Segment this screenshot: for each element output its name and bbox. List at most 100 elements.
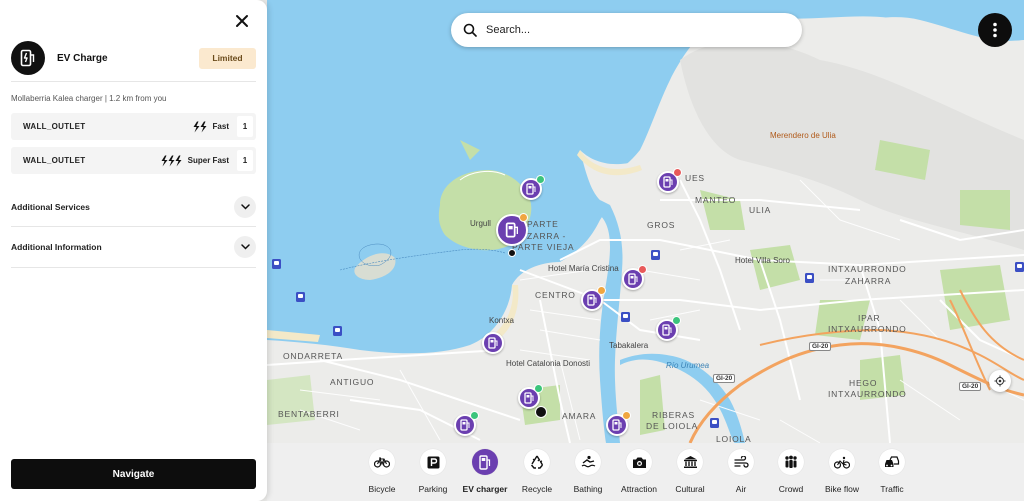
close-button[interactable] xyxy=(234,13,250,29)
ev-charger-pin[interactable] xyxy=(657,168,682,193)
map-label-hotel-catalonia: Hotel Catalonia Donosti xyxy=(506,359,591,368)
category-button[interactable] xyxy=(879,449,905,475)
connector-count: 1 xyxy=(237,150,253,171)
additional-services-section[interactable]: Additional Services xyxy=(11,196,256,218)
ev-plug-icon xyxy=(488,337,498,349)
ev-plug-icon xyxy=(628,273,638,285)
divider xyxy=(11,81,256,82)
connector-speed-label: Super Fast xyxy=(187,156,229,165)
category-button[interactable] xyxy=(778,449,804,475)
category-button[interactable] xyxy=(369,449,395,475)
bicycle-icon xyxy=(374,456,390,468)
ev-charger-pin[interactable] xyxy=(622,265,647,290)
status-dot-unavailable xyxy=(638,265,647,274)
parking-icon xyxy=(427,456,440,469)
map-label-parte-1: PARTE xyxy=(527,219,559,229)
navigate-button[interactable]: Navigate xyxy=(11,459,256,489)
map-label-gros: GROS xyxy=(647,220,676,230)
category-label: Cultural xyxy=(675,484,705,494)
map-label-bentaberri: BENTABERRI xyxy=(278,409,340,419)
ev-plug-icon xyxy=(587,294,597,306)
fast-charge-icon xyxy=(193,121,207,132)
locate-me-button[interactable] xyxy=(989,370,1011,392)
road-badge-gi20: GI-20 xyxy=(959,382,982,391)
expand-button[interactable] xyxy=(234,196,256,218)
transit-stop-icon[interactable] xyxy=(333,326,342,336)
wind-icon xyxy=(733,455,749,469)
map-label-parte-3: PARTE VIEJA xyxy=(512,242,575,252)
category-button[interactable] xyxy=(575,449,601,475)
map-label-centro: CENTRO xyxy=(535,290,576,300)
map-label-ondarreta: ONDARRETA xyxy=(283,351,343,361)
category-label: Air xyxy=(735,484,747,494)
category-button[interactable] xyxy=(524,449,550,475)
more-options-button[interactable] xyxy=(978,13,1012,47)
category-button[interactable] xyxy=(472,449,498,475)
transit-stop-icon[interactable] xyxy=(272,259,281,269)
transit-stop-icon[interactable] xyxy=(805,273,814,283)
section-label: Additional Services xyxy=(11,202,90,212)
transit-stop-icon[interactable] xyxy=(651,250,660,260)
transit-stop-icon[interactable] xyxy=(621,312,630,322)
bike-flow-icon xyxy=(834,456,850,469)
ev-plug-icon xyxy=(505,222,518,238)
category-traffic[interactable]: Traffic xyxy=(862,449,922,494)
category-button[interactable] xyxy=(626,449,652,475)
ev-charger-pin[interactable] xyxy=(520,175,545,200)
status-dot-available xyxy=(470,411,479,420)
map-label-tabakalera: Tabakalera xyxy=(609,341,649,350)
map-label-intxaurrondo-zaharra-2: ZAHARRA xyxy=(845,276,892,286)
map-label-manteo: MANTEO xyxy=(695,195,737,205)
map-label-ues: UES xyxy=(685,173,705,183)
map-label-ulia: ULIA xyxy=(749,205,772,215)
crowd-icon xyxy=(783,455,799,469)
category-label: Recycle xyxy=(521,484,553,494)
ev-charger-pin[interactable] xyxy=(656,316,681,341)
connector-speed-label: Fast xyxy=(212,122,229,131)
ev-plug-icon xyxy=(524,392,534,404)
search-icon xyxy=(463,23,477,37)
ev-charger-pin[interactable] xyxy=(581,286,606,311)
connector-speed: Fast xyxy=(192,121,229,133)
map-label-hego-1: HEGO xyxy=(849,378,878,388)
recycle-icon xyxy=(530,455,544,469)
panel-title: EV Charge xyxy=(57,52,108,64)
ev-charger-pin[interactable] xyxy=(454,411,479,436)
map-label-ipar-1: IPAR xyxy=(858,313,881,323)
camera-icon xyxy=(632,456,647,469)
museum-icon xyxy=(683,455,698,469)
expand-button[interactable] xyxy=(234,236,256,258)
map-label-riberas-1: RIBERAS xyxy=(652,410,695,420)
category-label: Parking xyxy=(418,484,448,494)
connector-type: WALL_OUTLET xyxy=(23,122,86,131)
category-button[interactable] xyxy=(829,449,855,475)
category-button[interactable] xyxy=(677,449,703,475)
category-button[interactable] xyxy=(728,449,754,475)
search-input[interactable] xyxy=(486,24,766,36)
additional-information-section[interactable]: Additional Information xyxy=(11,236,256,258)
transit-stop-icon[interactable] xyxy=(1015,262,1024,272)
map-label-hego-2: INTXAURRONDO xyxy=(828,389,907,399)
ev-plug-icon xyxy=(460,419,470,431)
map-label-intxaurrondo-zaharra-1: INTXAURRONDO xyxy=(828,264,907,274)
map-label-parte-2: ZARRA - xyxy=(527,231,567,241)
transit-stop-icon[interactable] xyxy=(710,418,719,428)
status-dot-limited xyxy=(519,213,528,222)
ev-charger-pin-selected[interactable] xyxy=(496,213,528,246)
search-bar[interactable] xyxy=(451,13,802,47)
category-button[interactable] xyxy=(420,449,446,475)
ev-charge-avatar xyxy=(11,41,45,75)
ev-charger-pin[interactable] xyxy=(482,332,504,354)
category-label: Traffic xyxy=(880,484,904,494)
category-parking[interactable]: Parking xyxy=(403,449,463,494)
ev-plug-icon xyxy=(662,324,672,336)
category-ev-charger[interactable]: EV charger xyxy=(455,449,515,494)
connector-type: WALL_OUTLET xyxy=(23,156,86,165)
category-label: Bathing xyxy=(573,484,603,494)
ev-charger-pin[interactable] xyxy=(606,411,631,436)
status-badge: Limited xyxy=(199,47,256,69)
transit-stop-icon[interactable] xyxy=(296,292,305,302)
ev-charger-pin[interactable] xyxy=(518,384,543,409)
traffic-icon xyxy=(884,455,900,469)
panel-header: EV Charge Limited xyxy=(11,41,256,75)
